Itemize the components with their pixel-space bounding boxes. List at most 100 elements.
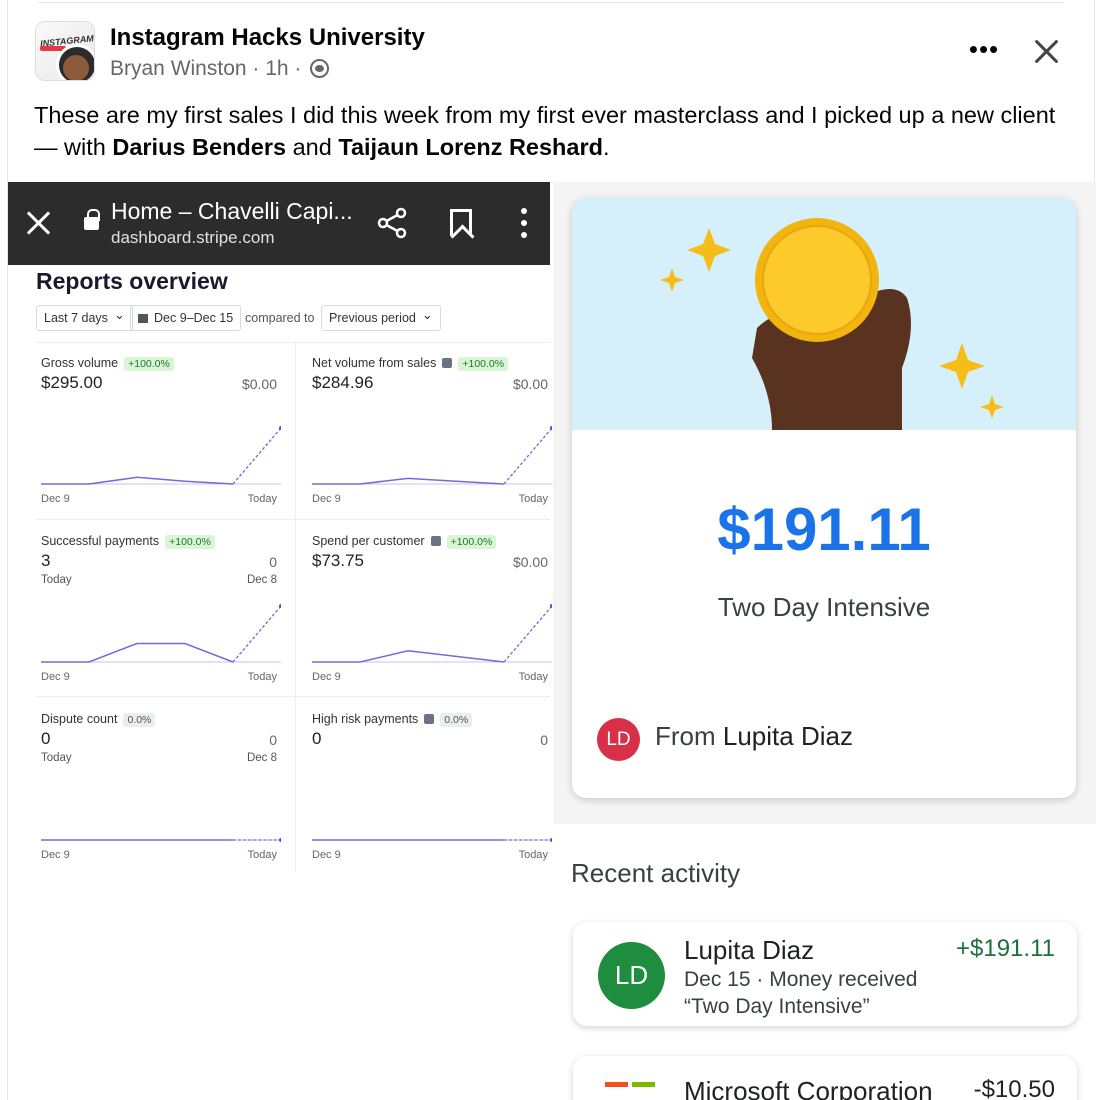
metric-value: $284.96: [312, 373, 374, 392]
metric-previous: $0.00: [512, 376, 548, 392]
metric-previous: $0.00: [512, 554, 548, 570]
metric-value: $73.75: [312, 551, 364, 570]
axis-end-label: Today: [518, 849, 548, 861]
reports-title: Reports overview: [36, 268, 228, 294]
metric-previous: 0: [269, 554, 277, 570]
tagged-user-1[interactable]: Darius Benders: [112, 134, 286, 160]
chart-projection-line: [503, 605, 552, 663]
metric-change-badge: 0.0%: [440, 713, 473, 727]
axis-end-label: Today: [247, 493, 277, 505]
metric-previous: 0: [540, 732, 548, 748]
metric-sub-right: Dec 8: [246, 574, 277, 586]
axis-start-label: Dec 9: [41, 849, 70, 861]
browser-close-icon: [26, 210, 52, 236]
metric-change-badge: +100.0%: [165, 535, 215, 549]
calendar-icon: [138, 314, 148, 323]
metric-sparkline: [41, 838, 281, 842]
tagged-user-2[interactable]: Taijaun Lorenz Reshard: [338, 134, 603, 160]
divider: [38, 2, 1064, 3]
metric-tile: High risk payments 0.0% 0 0 Dec 9 Today: [312, 712, 552, 882]
metric-change-badge: +100.0%: [124, 357, 174, 371]
browser-url: dashboard.stripe.com: [111, 228, 275, 247]
group-name-link[interactable]: Instagram Hacks University: [110, 24, 425, 52]
meta-separator: ·: [246, 57, 266, 80]
metric-previous: 0: [269, 732, 277, 748]
metric-sub-right: Dec 8: [246, 752, 277, 764]
browser-toolbar: Home – Chavelli Capi... dashboard.stripe…: [8, 182, 550, 265]
author-link[interactable]: Bryan Winston: [110, 57, 247, 80]
metric-sparkline: [312, 426, 552, 485]
activity-name-2: Microsoft Corporation: [684, 1076, 933, 1100]
chart-series-line: [41, 476, 234, 485]
metric-tile: Successful payments +100.0% 3 0 Today Dec 8 De…: [41, 534, 281, 704]
metric-label: High risk payments 0.0%: [312, 712, 473, 727]
chart-point: [278, 838, 281, 842]
activity-amount-2: -$10.50: [973, 1076, 1055, 1100]
kebab-menu-icon: [521, 208, 527, 238]
axis-start-label: Dec 9: [312, 849, 341, 861]
sender-line: From Lupita Diaz: [655, 721, 853, 752]
post-text: These are my first sales I did this week…: [34, 99, 1074, 163]
metric-tile: Gross volume +100.0% $295.00 $0.00 Dec 9 Toda…: [41, 356, 281, 526]
metric-change-badge: +100.0%: [446, 535, 497, 549]
hero-illustration: [572, 198, 1076, 430]
post-time[interactable]: 1h: [265, 57, 288, 80]
metric-value: $295.00: [41, 373, 103, 392]
metric-label: Successful payments +100.0%: [41, 534, 215, 549]
activity-avatar: LD: [598, 942, 665, 1009]
share-icon: [377, 207, 407, 239]
metric-tile: Net volume from sales +100.0% $284.96 $0.00…: [312, 356, 552, 526]
group-avatar[interactable]: INSTAGRAM: [35, 21, 95, 81]
bookmark-icon: [450, 209, 472, 236]
chart-projection-line: [232, 427, 281, 485]
metric-value: 3: [41, 551, 51, 570]
info-icon: [424, 714, 435, 724]
metric-sparkline: [312, 838, 552, 842]
recent-activity-title: Recent activity: [571, 858, 741, 888]
metric-sparkline: [312, 604, 552, 663]
date-filter-label: Dec 9–Dec 15: [154, 311, 234, 325]
metric-label: Spend per customer +100.0%: [312, 534, 497, 549]
chart-projection-line: [503, 427, 552, 485]
post-text-and: and: [286, 134, 339, 160]
activity-amount: +$191.11: [956, 935, 1055, 962]
metric-sparkline: [41, 604, 281, 663]
info-icon: [430, 536, 441, 546]
photo-stripe-dashboard[interactable]: Home – Chavelli Capi... dashboard.stripe…: [8, 182, 552, 1100]
metric-sub-left: Today: [41, 574, 72, 586]
more-options-button[interactable]: •••: [965, 36, 1003, 66]
payment-description: Two Day Intensive: [717, 592, 931, 622]
browser-page-title: Home – Chavelli Capi...: [111, 198, 353, 224]
audience-globe-icon: [310, 59, 330, 78]
axis-start-label: Dec 9: [41, 493, 70, 505]
sender-name: Lupita Diaz: [722, 721, 853, 751]
chart-series-line: [41, 642, 234, 663]
payment-card: $191.11 Two Day Intensive LD From Lupita…: [572, 198, 1076, 798]
metric-previous: $0.00: [241, 376, 277, 392]
metric-value: 0: [41, 729, 51, 748]
activity-item: LD Lupita Diaz +$191.11 Dec 15 · Money r…: [573, 922, 1077, 1026]
close-icon[interactable]: [1028, 33, 1064, 69]
activity-detail: Dec 15 · Money received: [684, 968, 918, 991]
chart-point: [549, 838, 552, 842]
sender-avatar: LD: [597, 718, 640, 761]
metric-label: Gross volume +100.0%: [41, 356, 174, 371]
photo-payment-receipt[interactable]: $191.11 Two Day Intensive LD From Lupita…: [553, 182, 1096, 1100]
chart-projection-line: [232, 605, 281, 663]
sender-prefix: From: [655, 721, 723, 751]
metric-tile: Spend per customer +100.0% $73.75 $0.00 Dec …: [312, 534, 552, 704]
metric-tile: Dispute count 0.0% 0 0 Today Dec 8 Dec 9 Today: [41, 712, 281, 882]
date-filter: Dec 9–Dec 15: [130, 305, 242, 331]
payment-amount: $191.11: [717, 496, 931, 563]
meta-separator-2: ·: [288, 57, 308, 80]
period-filter-label: Previous period: [329, 311, 416, 325]
lock-icon: [84, 209, 100, 230]
activity-note: “Two Day Intensive”: [684, 995, 870, 1018]
axis-start-label: Dec 9: [41, 671, 70, 683]
metric-value: 0: [312, 729, 322, 748]
info-icon: [442, 358, 453, 368]
chart-series-line: [312, 650, 505, 663]
post-card: INSTAGRAM Instagram Hacks University Bry…: [7, 0, 1096, 1100]
axis-end-label: Today: [518, 671, 548, 683]
post-text-end: .: [602, 134, 610, 160]
